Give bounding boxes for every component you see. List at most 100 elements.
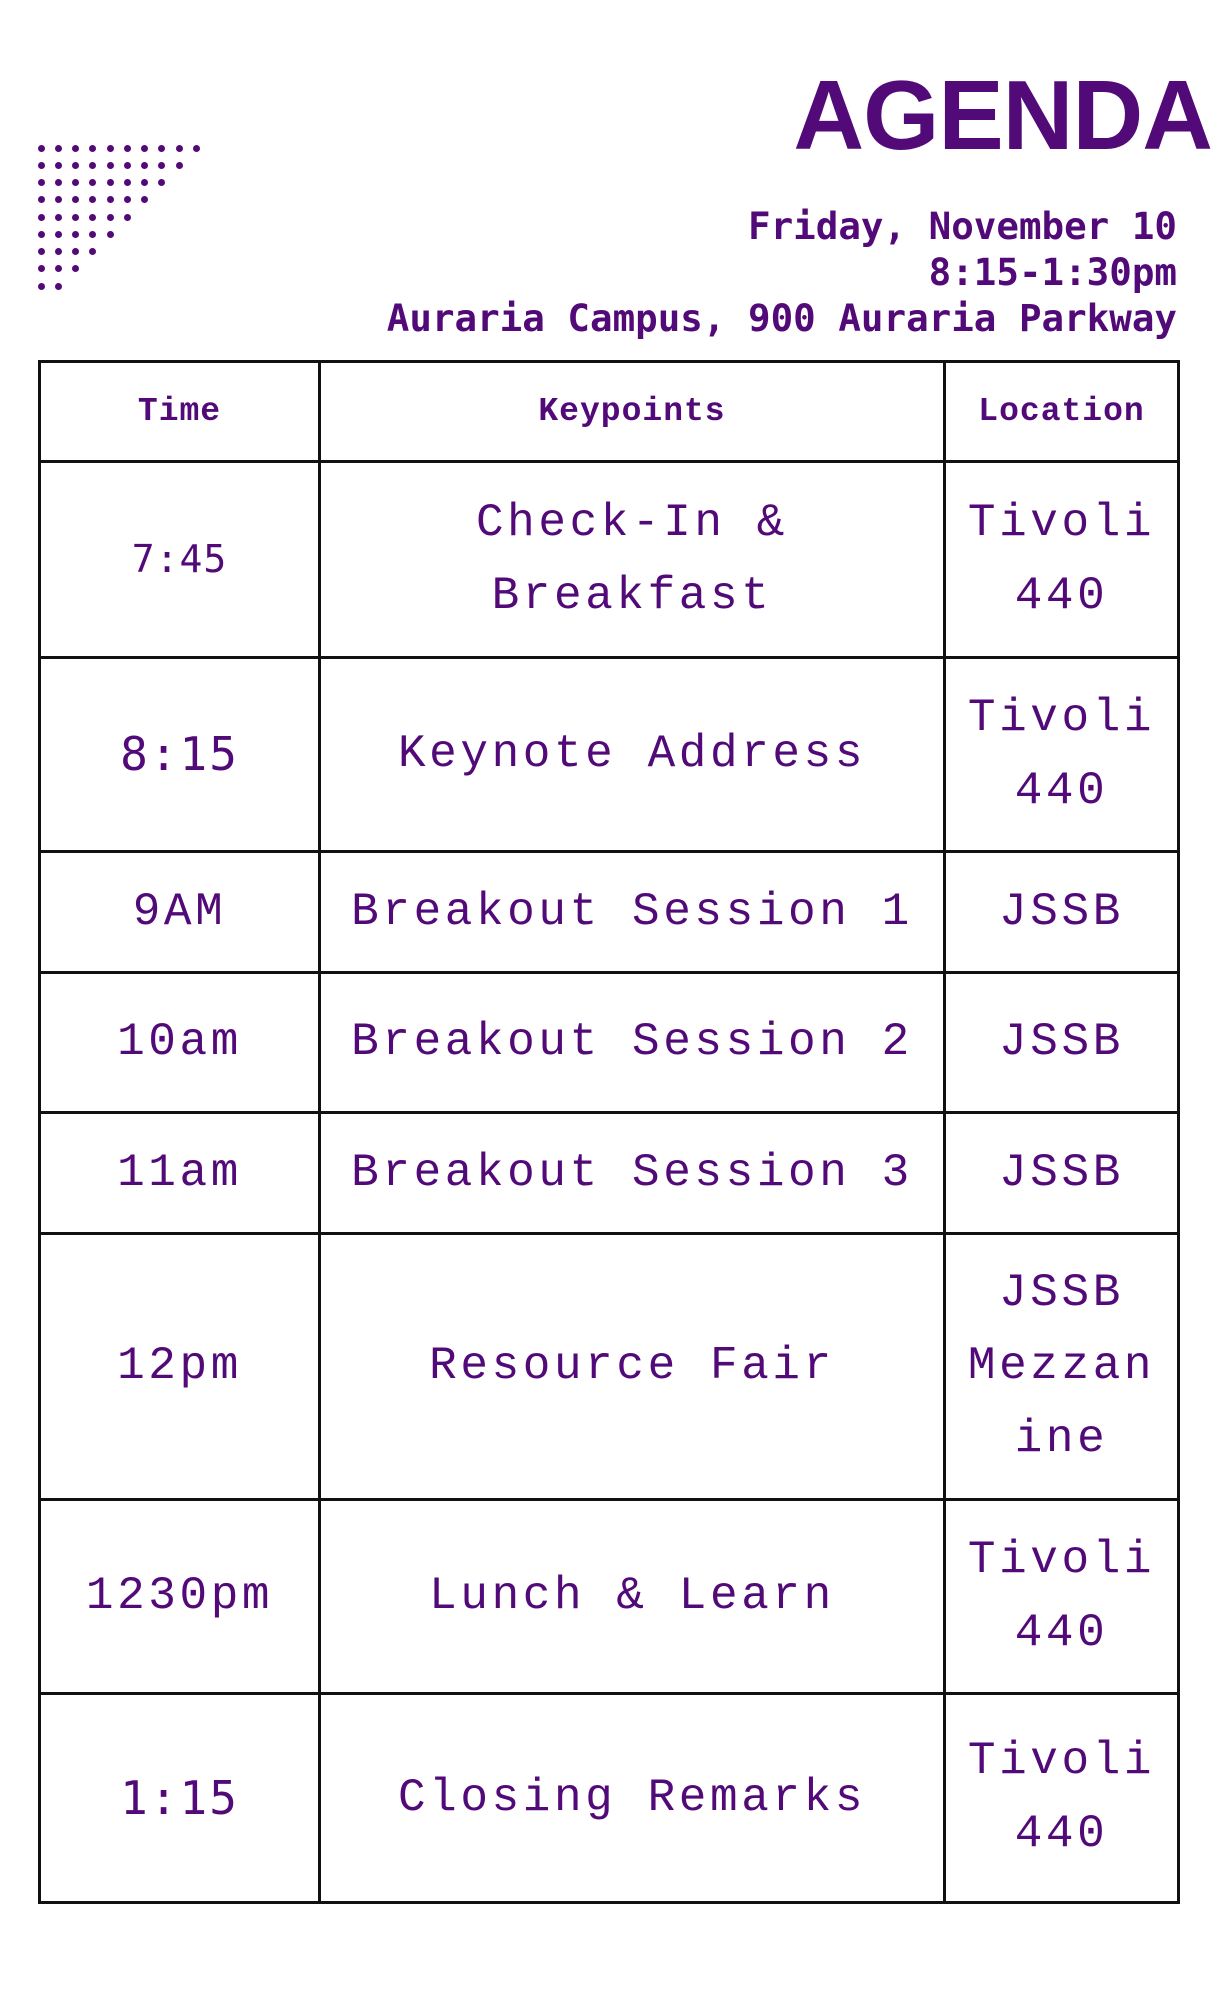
keypoint-text: Breakout Session 3 [351, 1146, 913, 1199]
column-header-keypoints: Keypoints [318, 360, 946, 463]
table-row: 12pm Resource Fair JSSB Mezzan ine [38, 1232, 1180, 1501]
keypoint-text: Breakout Session 2 [351, 1016, 913, 1068]
dot [54, 282, 62, 290]
location-cell: JSSB [943, 1111, 1180, 1235]
time-cell: 12pm [38, 1232, 321, 1501]
keypoint-cell: Lunch & Learn [318, 1498, 946, 1695]
time-cell: 1230pm [38, 1498, 321, 1695]
dot [158, 161, 166, 169]
location-text: Mezzan [967, 1340, 1156, 1392]
location-text: 440 [1014, 764, 1109, 817]
location-text: JSSB [999, 1146, 1124, 1199]
dot [54, 179, 62, 186]
dot [37, 248, 45, 255]
keypoint-text: Breakout Session 1 [351, 885, 913, 938]
time-value: 1230pm [85, 1570, 274, 1622]
time-cell: 7:45 [38, 460, 321, 659]
dot [123, 144, 131, 152]
dot [37, 144, 45, 152]
dot [72, 161, 79, 169]
location-text: Tivoli [967, 496, 1156, 549]
dot [54, 213, 62, 221]
location-cell: Tivoli 440 [943, 656, 1180, 853]
location-cell: JSSB [943, 971, 1180, 1114]
dot [37, 179, 45, 186]
dot [158, 144, 166, 152]
location-cell: JSSB [943, 850, 1180, 974]
dot [89, 230, 97, 238]
dot [175, 144, 183, 152]
dot [72, 213, 79, 221]
keypoint-cell: Keynote Address [318, 656, 946, 853]
dot [37, 161, 45, 169]
column-header-time: Time [38, 360, 321, 463]
event-date: Friday, November 10 [748, 204, 1177, 248]
location-text: 440 [1014, 1808, 1109, 1860]
agenda-table: Time Keypoints Location 7:45 Check-In & Br… [38, 360, 1180, 1904]
keypoint-text: Breakfast [491, 569, 773, 622]
keypoint-text: Lunch & Learn [429, 1570, 835, 1622]
table-row: 8:15 Keynote Address Tivoli 440 [38, 656, 1180, 853]
dot-triangle-icon [0, 0, 220, 330]
time-value: 10am [117, 1016, 242, 1068]
table-row: 1:15 Closing Remarks Tivoli 440 [38, 1692, 1180, 1904]
event-info: Friday, November 10 8:15-1:30pm Auraria … [387, 203, 1177, 341]
dot [106, 144, 114, 152]
table-row: 11am Breakout Session 3 JSSB [38, 1111, 1180, 1235]
time-cell: 8:15 [38, 656, 321, 853]
keypoint-cell: Check-In & Breakfast [318, 460, 946, 659]
dot [72, 179, 79, 186]
dot [141, 161, 148, 169]
keypoint-cell: Breakout Session 1 [318, 850, 946, 974]
dot [37, 196, 45, 204]
keypoint-text: Closing Remarks [397, 1771, 867, 1824]
time-value: 1:15 [120, 1770, 239, 1825]
dot [89, 196, 97, 204]
dot [106, 161, 114, 169]
dot [89, 161, 97, 169]
dot [72, 144, 79, 152]
dot [54, 265, 62, 273]
location-cell: JSSB Mezzan ine [943, 1232, 1180, 1501]
table-row: 1230pm Lunch & Learn Tivoli 440 [38, 1498, 1180, 1695]
dot [89, 144, 97, 152]
location-text: Tivoli [967, 1533, 1156, 1586]
dot [106, 230, 114, 238]
location-text: JSSB [999, 1267, 1124, 1319]
dot [89, 179, 97, 186]
dot [37, 265, 45, 273]
event-time-range: 8:15-1:30pm [928, 250, 1177, 294]
dot [72, 196, 79, 204]
dot [54, 196, 62, 204]
dot [37, 282, 45, 290]
dot [123, 196, 131, 204]
dot [123, 161, 131, 169]
time-value: 11am [117, 1146, 242, 1199]
dot [89, 248, 97, 255]
dot [72, 230, 79, 238]
dot [72, 265, 79, 273]
location-text: JSSB [999, 885, 1124, 938]
location-cell: Tivoli 440 [943, 1692, 1180, 1904]
dot [54, 161, 62, 169]
dot [89, 213, 97, 221]
time-value: 7:45 [131, 537, 228, 581]
dot [106, 213, 114, 221]
keypoint-text: Check-In & [475, 496, 789, 549]
dot [54, 248, 62, 255]
location-cell: Tivoli 440 [943, 1498, 1180, 1695]
time-value: 12pm [117, 1340, 242, 1392]
dot [106, 179, 114, 186]
dot [54, 230, 62, 238]
time-cell: 1:15 [38, 1692, 321, 1904]
dot [175, 161, 183, 169]
keypoint-text: Resource Fair [429, 1340, 835, 1392]
time-cell: 9AM [38, 850, 321, 974]
dot [141, 144, 148, 152]
table-row: 7:45 Check-In & Breakfast Tivoli 440 [38, 460, 1180, 659]
dot [37, 213, 45, 221]
dot [158, 179, 166, 186]
table-row: 9AM Breakout Session 1 JSSB [38, 850, 1180, 974]
dot [72, 248, 79, 255]
time-value: 9AM [132, 885, 227, 938]
